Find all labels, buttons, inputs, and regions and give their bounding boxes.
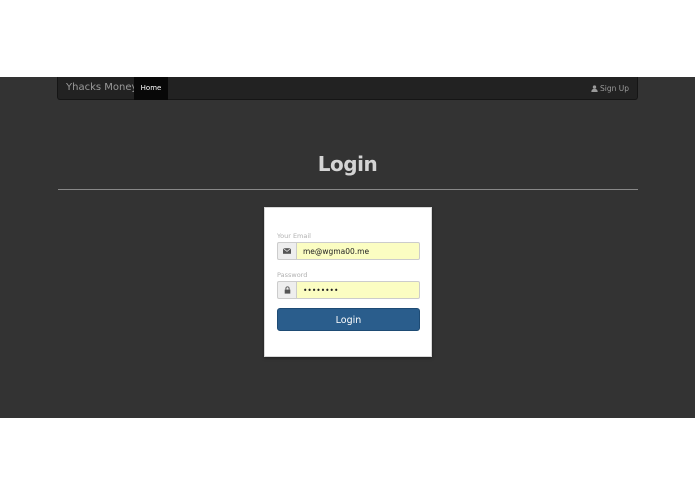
password-field[interactable]	[296, 281, 420, 299]
password-addon	[277, 281, 296, 299]
password-input-group	[277, 281, 420, 299]
email-field[interactable]	[296, 242, 420, 260]
email-addon	[277, 242, 296, 260]
login-card: Your Email Password Login	[264, 207, 432, 357]
title-divider	[58, 189, 638, 190]
login-button[interactable]: Login	[277, 308, 420, 331]
email-label: Your Email	[277, 232, 311, 240]
nav-signup-link[interactable]: Sign Up	[591, 77, 629, 100]
password-label: Password	[277, 271, 308, 279]
nav-home-link[interactable]: Home	[134, 77, 168, 100]
email-input-group	[277, 242, 420, 260]
nav-signup-label: Sign Up	[600, 84, 629, 93]
brand-link[interactable]: Yhacks Money	[66, 82, 137, 94]
page-title: Login	[317, 152, 378, 176]
page-background: Yhacks Money Home Sign Up Login Your Ema…	[0, 77, 695, 418]
user-icon	[591, 85, 598, 92]
envelope-icon	[283, 248, 291, 254]
lock-icon	[284, 286, 290, 294]
navbar: Yhacks Money Home Sign Up	[57, 77, 638, 100]
